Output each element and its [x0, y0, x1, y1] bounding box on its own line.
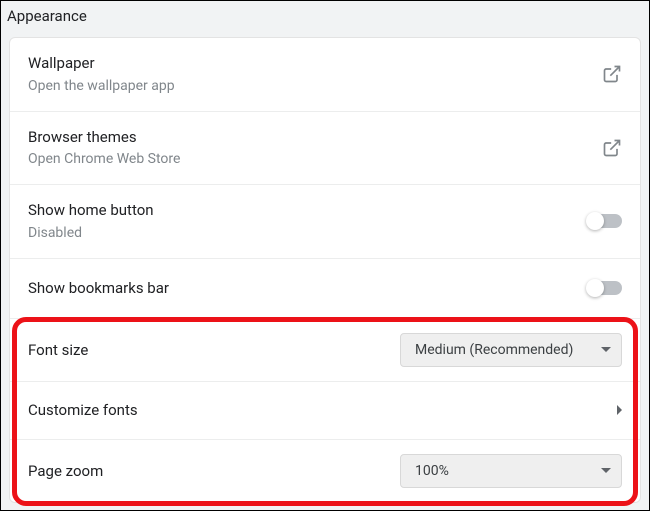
bookmarks-bar-title: Show bookmarks bar [28, 277, 588, 300]
themes-row[interactable]: Browser themes Open Chrome Web Store [10, 112, 640, 186]
font-size-row: Font size Medium (Recommended) [10, 319, 640, 382]
home-button-toggle[interactable] [588, 214, 622, 228]
page-zoom-title: Page zoom [28, 462, 103, 480]
wallpaper-title: Wallpaper [28, 52, 602, 75]
appearance-card: Wallpaper Open the wallpaper app Browser… [9, 37, 641, 503]
customize-fonts-title: Customize fonts [28, 401, 138, 419]
wallpaper-subtitle: Open the wallpaper app [28, 76, 602, 97]
themes-subtitle: Open Chrome Web Store [28, 149, 602, 170]
font-size-value: Medium (Recommended) [415, 342, 573, 358]
home-button-subtitle: Disabled [28, 223, 588, 244]
wallpaper-row[interactable]: Wallpaper Open the wallpaper app [10, 38, 640, 112]
chevron-right-icon [617, 405, 622, 415]
section-title: Appearance [1, 1, 649, 37]
chevron-down-icon [601, 468, 611, 473]
chevron-down-icon [601, 347, 611, 352]
bookmarks-bar-toggle[interactable] [588, 281, 622, 295]
bookmarks-bar-row: Show bookmarks bar [10, 259, 640, 319]
page-zoom-value: 100% [415, 463, 449, 479]
external-link-icon [602, 138, 622, 158]
themes-title: Browser themes [28, 126, 602, 149]
page-zoom-dropdown[interactable]: 100% [400, 454, 622, 488]
home-button-title: Show home button [28, 199, 588, 222]
page-zoom-row: Page zoom 100% [10, 440, 640, 502]
home-button-row: Show home button Disabled [10, 185, 640, 259]
external-link-icon [602, 64, 622, 84]
font-size-dropdown[interactable]: Medium (Recommended) [400, 333, 622, 367]
font-size-title: Font size [28, 341, 88, 359]
highlighted-group: Font size Medium (Recommended) Customize… [10, 319, 640, 502]
customize-fonts-row[interactable]: Customize fonts [10, 382, 640, 440]
